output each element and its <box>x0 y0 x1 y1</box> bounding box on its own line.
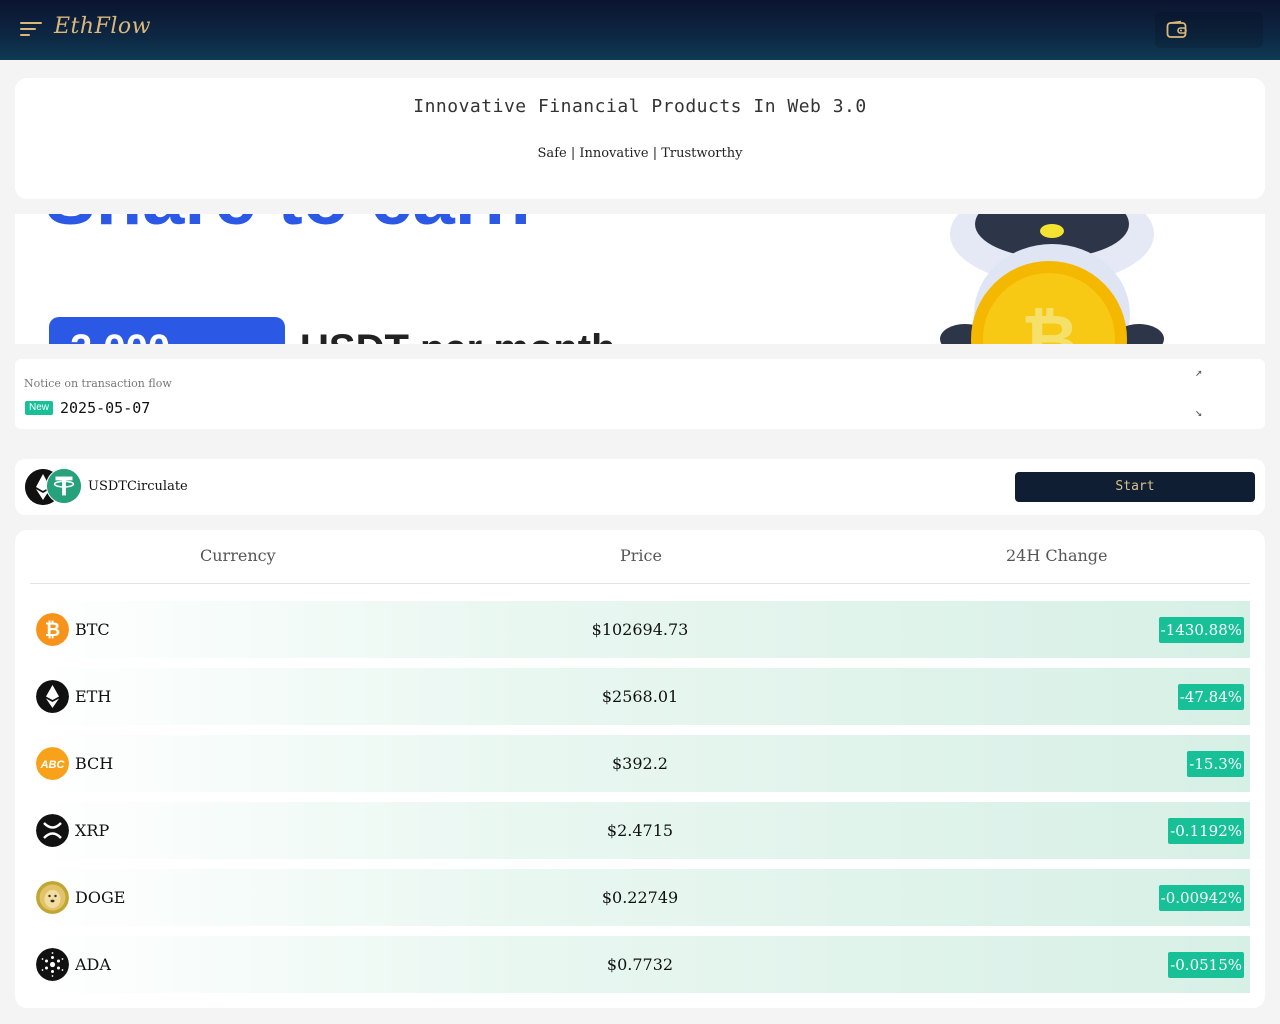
coin-price: $0.22749 <box>601 888 679 907</box>
coin-24h-change: -47.84% <box>1177 684 1244 710</box>
promo-banner[interactable]: Share to earn 2,000 USDT per month ₿ <box>15 214 1265 344</box>
notice-title: Notice on transaction flow <box>24 377 172 390</box>
coin-24h-change: -0.00942% <box>1158 885 1244 911</box>
coin-symbol: XRP <box>75 821 110 840</box>
wallet-icon <box>1166 20 1187 38</box>
table-row-bch[interactable]: ABC BCH $392.2 -15.3% <box>30 735 1250 792</box>
table-row-doge[interactable]: DOGE $0.22749 -0.00942% <box>30 869 1250 926</box>
notice-date: 2025-05-07 <box>60 399 151 417</box>
arrow-up-right-icon[interactable]: ↗ <box>1195 365 1202 379</box>
banner-graphic: Share to earn 2,000 USDT per month ₿ <box>15 214 1265 344</box>
coin-symbol: BCH <box>75 754 114 773</box>
coin-price: $392.2 <box>612 754 668 773</box>
new-badge: New <box>25 401 54 415</box>
wallet-button[interactable] <box>1155 12 1263 48</box>
tether-icon <box>46 468 82 504</box>
xrp-icon <box>36 814 69 847</box>
menu-icon[interactable] <box>20 20 42 38</box>
market-table-header: Currency Price 24H Change <box>30 530 1250 584</box>
arrow-down-right-icon[interactable]: ↘ <box>1195 405 1202 419</box>
coin-24h-change: -0.1192% <box>1168 818 1244 844</box>
usdt-circulate-card: USDTCirculate Start <box>15 459 1265 515</box>
coin-symbol: BTC <box>75 620 110 639</box>
coin-symbol: DOGE <box>75 888 126 907</box>
column-header-price: Price <box>620 546 662 565</box>
bitcoin-icon: ₿ <box>36 613 69 646</box>
hero-title: Innovative Financial Products In Web 3.0 <box>413 96 867 117</box>
coin-symbol: ETH <box>75 687 112 706</box>
hero-tagline: Safe | Innovative | Trustworthy <box>537 146 743 161</box>
coin-price: $2.4715 <box>606 821 674 840</box>
bitcoin-coin-glyph: ₿ <box>1021 301 1078 344</box>
banner-headline: Share to earn <box>45 214 531 241</box>
coin-24h-change: -1430.88% <box>1158 617 1244 643</box>
usdt-circulate-label: USDTCirculate <box>88 479 188 494</box>
coin-price: $2568.01 <box>601 687 679 706</box>
dogecoin-icon <box>36 881 69 914</box>
banner-amount: 2,000 <box>70 327 170 344</box>
column-header-24h-change: 24H Change <box>1006 546 1108 565</box>
table-row-ada[interactable]: ADA $0.7732 -0.0515% <box>30 936 1250 993</box>
table-row-btc[interactable]: ₿ BTC $102694.73 -1430.88% <box>30 601 1250 658</box>
coin-price: $102694.73 <box>591 620 689 639</box>
table-row-eth[interactable]: ETH $2568.01 -47.84% <box>30 668 1250 725</box>
ethereum-icon <box>36 680 69 713</box>
cardano-icon <box>36 948 69 981</box>
hero-card: Innovative Financial Products In Web 3.0… <box>15 78 1265 199</box>
coin-price: $0.7732 <box>606 955 674 974</box>
banner-unit: USDT per month <box>300 327 616 344</box>
coin-24h-change: -0.0515% <box>1168 952 1244 978</box>
brand-logo[interactable]: EthFlow <box>54 14 151 39</box>
top-navigation-bar: EthFlow <box>0 0 1280 60</box>
coin-symbol: ADA <box>75 955 111 974</box>
svg-text:₿: ₿ <box>45 620 60 641</box>
start-button[interactable]: Start <box>1015 472 1255 502</box>
market-table: Currency Price 24H Change ₿ BTC $102694.… <box>15 530 1265 1008</box>
notice-ticker[interactable]: Notice on transaction flow New 2025-05-0… <box>15 359 1265 429</box>
column-header-currency: Currency <box>200 546 276 565</box>
table-row-xrp[interactable]: XRP $2.4715 -0.1192% <box>30 802 1250 859</box>
bitcoin-cash-icon: ABC <box>36 747 69 780</box>
coin-24h-change: -15.3% <box>1187 751 1244 777</box>
svg-text:ABC: ABC <box>40 759 66 771</box>
